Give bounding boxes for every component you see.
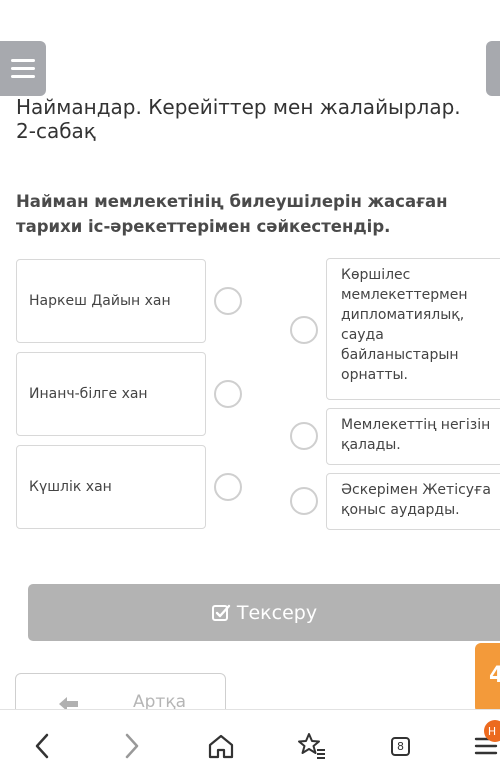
question-text: Найман мемлекетінің билеушілерін жасаған… — [16, 192, 448, 236]
match-right-item[interactable]: Әскерімен Жетісуға қоныс аударды. — [326, 473, 500, 530]
star-list-icon — [298, 733, 325, 759]
lesson-title: Наймандар. Керейіттер мен жалайырлар. 2-… — [16, 95, 500, 143]
menu-line — [11, 75, 35, 78]
checkbox-check-icon — [211, 604, 231, 621]
match-right-label: Әскерімен Жетісуға қоныс аударды. — [341, 482, 491, 518]
match-right-label: Көршілес мемлекеттермен дипломатиялық, с… — [341, 267, 468, 383]
menu-line — [11, 59, 35, 62]
right-connector-radio[interactable] — [290, 316, 318, 344]
quiz-page: Наймандар. Керейіттер мен жалайырлар. 2-… — [0, 0, 500, 783]
match-right-label: Мемлекеттің негізін қалады. — [341, 417, 491, 453]
nav-back-button[interactable] — [24, 728, 60, 764]
right-connector-radio[interactable] — [290, 487, 318, 515]
check-button-label: Тексеру — [236, 601, 318, 624]
match-right-item[interactable]: Мемлекеттің негізін қалады. — [326, 408, 500, 465]
chevron-left-icon — [35, 733, 49, 759]
right-panel-button[interactable] — [486, 41, 500, 96]
lesson-title-line1: Наймандар. Керейіттер мен жалайырлар. — [16, 95, 461, 119]
match-right-item[interactable]: Көршілес мемлекеттермен дипломатиялық, с… — [326, 258, 500, 400]
right-connector-radio[interactable] — [290, 422, 318, 450]
match-left-label: Күшлік хан — [29, 479, 112, 495]
menu-line — [11, 67, 35, 70]
notification-badge: Н — [484, 720, 500, 742]
match-left-item[interactable]: Күшлік хан — [16, 445, 206, 529]
tab-count: 8 — [391, 737, 410, 756]
hamburger-menu-button[interactable] — [0, 41, 46, 96]
home-icon — [208, 734, 234, 759]
match-left-item[interactable]: Наркеш Дайын хан — [16, 259, 206, 343]
match-left-label: Инанч-білге хан — [29, 386, 148, 402]
nav-tabs-button[interactable]: 8 — [383, 728, 419, 764]
check-button[interactable]: Тексеру — [28, 584, 500, 641]
match-left-item[interactable]: Инанч-білге хан — [16, 352, 206, 436]
side-tab-label: 4 — [489, 663, 500, 688]
browser-bottom-nav: 8 — [0, 709, 500, 783]
nav-home-button[interactable] — [203, 728, 239, 764]
chevron-right-icon — [125, 733, 139, 759]
nav-bookmarks-button[interactable] — [293, 728, 329, 764]
left-connector-radio[interactable] — [214, 473, 242, 501]
left-connector-radio[interactable] — [214, 380, 242, 408]
lesson-title-line2: 2-сабақ — [16, 119, 96, 143]
side-tab[interactable]: 4 — [475, 643, 500, 713]
match-left-label: Наркеш Дайын хан — [29, 293, 171, 309]
left-connector-radio[interactable] — [214, 287, 242, 315]
nav-forward-button[interactable] — [114, 728, 150, 764]
